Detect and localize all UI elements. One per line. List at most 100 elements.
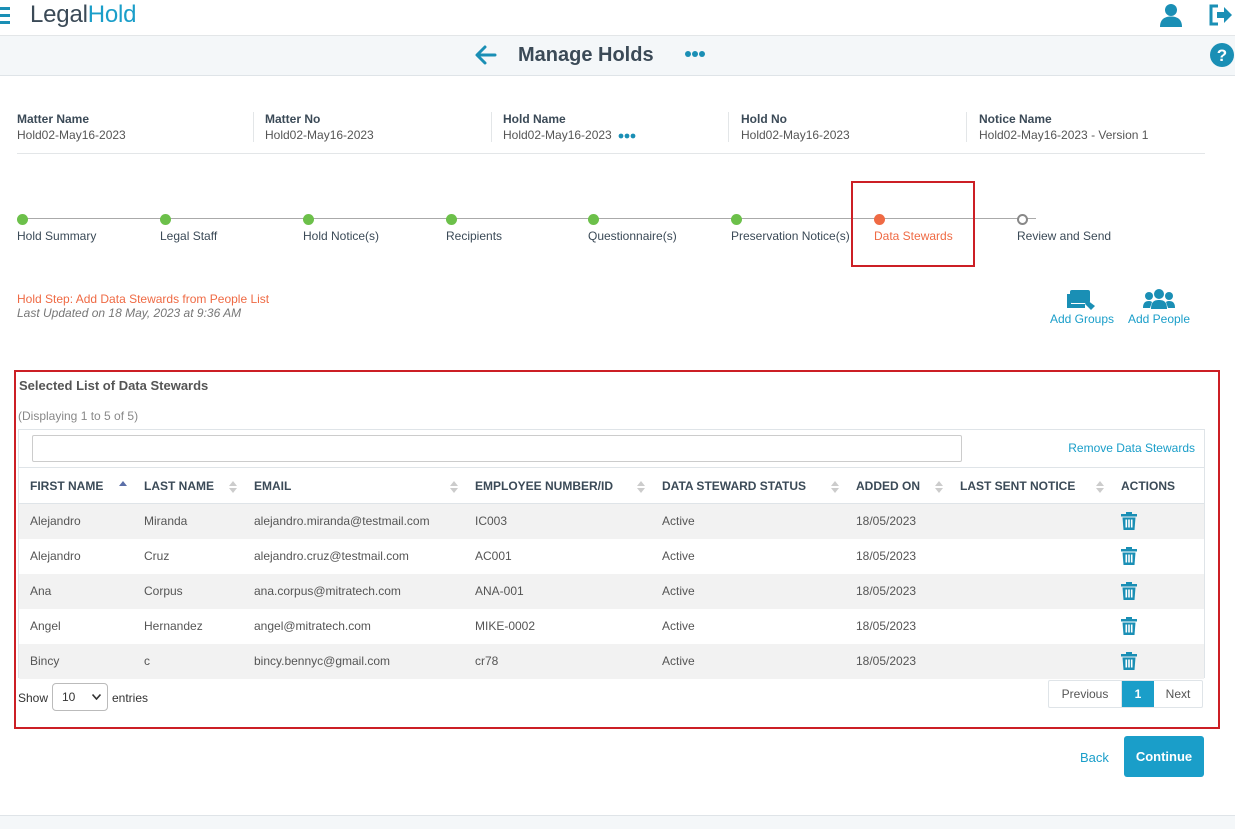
table-row: Angel Hernandez angel@mitratech.com MIKE…: [19, 608, 1204, 644]
more-icon[interactable]: [684, 45, 706, 61]
cell-first-name: Ana: [19, 573, 133, 609]
column-header-last-sent-notice[interactable]: LAST SENT NOTICE: [949, 467, 1110, 504]
cell-employee-id: MIKE-0002: [464, 608, 651, 644]
show-label: Show: [18, 691, 49, 705]
logo-text-legal: Legal: [30, 1, 88, 28]
column-label: LAST NAME: [144, 478, 214, 493]
back-arrow-icon[interactable]: [473, 44, 497, 66]
table-row: Bincy c bincy.bennyc@gmail.com cr78 Acti…: [19, 643, 1204, 679]
panel-title: Selected List of Data Stewards: [19, 378, 209, 393]
cell-last-name: Cruz: [133, 538, 243, 574]
table-search-input[interactable]: [32, 435, 962, 462]
step-label: Preservation Notice(s): [731, 229, 850, 243]
column-header-first-name[interactable]: FIRST NAME: [19, 467, 133, 504]
hold-name-label: Hold Name: [503, 112, 566, 126]
cell-added-on: 18/05/2023: [845, 538, 949, 574]
menu-icon[interactable]: [0, 7, 10, 25]
add-groups-label: Add Groups: [1049, 312, 1115, 326]
cell-last-name: c: [133, 643, 243, 679]
divider: [253, 112, 254, 142]
hold-no-value: Hold02-May16-2023: [741, 128, 850, 142]
remove-data-stewards-link[interactable]: Remove Data Stewards: [1068, 441, 1195, 455]
previous-page-button[interactable]: Previous: [1049, 681, 1122, 707]
column-header-email[interactable]: EMAIL: [243, 467, 464, 504]
add-people-button[interactable]: Add People: [1125, 288, 1193, 326]
cell-actions: [1110, 503, 1204, 539]
trash-icon[interactable]: [1121, 512, 1137, 531]
table-row: Ana Corpus ana.corpus@mitratech.com ANA-…: [19, 573, 1204, 609]
cell-employee-id: IC003: [464, 503, 651, 539]
matter-no-label: Matter No: [265, 112, 321, 126]
hold-no-field: Hold No Hold02-May16-2023: [741, 112, 850, 146]
help-icon[interactable]: ?: [1210, 43, 1234, 67]
cell-last-name: Corpus: [133, 573, 243, 609]
svg-text:?: ?: [1217, 46, 1227, 65]
next-page-button[interactable]: Next: [1154, 681, 1202, 707]
cell-last-sent-notice: [949, 573, 1110, 609]
data-stewards-panel: Selected List of Data Stewards (Displayi…: [14, 370, 1220, 729]
app-logo[interactable]: LegalHold: [30, 1, 136, 29]
step-label: Hold Notice(s): [303, 229, 380, 243]
step-label: Recipients: [446, 229, 503, 243]
cell-last-sent-notice: [949, 503, 1110, 539]
table-container: Remove Data Stewards FIRST NAME LAST NAM…: [18, 429, 1205, 679]
trash-icon[interactable]: [1121, 617, 1137, 635]
add-people-label: Add People: [1127, 312, 1191, 326]
cell-last-name: Miranda: [133, 503, 243, 539]
page-title: Manage Holds: [518, 44, 654, 66]
user-icon[interactable]: [1158, 2, 1184, 28]
column-header-added-on[interactable]: ADDED ON: [845, 467, 949, 504]
back-button[interactable]: Back: [1080, 750, 1109, 765]
sort-icon: [450, 481, 458, 493]
last-updated-text: Last Updated on 18 May, 2023 at 9:36 AM: [17, 306, 242, 320]
chevron-down-icon: [92, 694, 101, 700]
page-1-button[interactable]: 1: [1122, 681, 1154, 707]
matter-name-field: Matter Name Hold02-May16-2023: [17, 112, 126, 146]
step-label: Review and Send: [1017, 229, 1112, 243]
trash-icon[interactable]: [1121, 652, 1137, 670]
matter-name-value: Hold02-May16-2023: [17, 128, 126, 142]
column-header-actions: ACTIONS: [1110, 467, 1204, 504]
sort-icon: [935, 481, 943, 493]
sort-icon: [229, 481, 237, 493]
trash-icon[interactable]: [1121, 547, 1137, 565]
notice-name-field: Notice Name Hold02-May16-2023 - Version …: [979, 112, 1148, 146]
column-header-status[interactable]: DATA STEWARD STATUS: [651, 467, 845, 504]
entries-value: 10: [62, 690, 76, 704]
table-header-row: FIRST NAME LAST NAME EMAIL EMPLOYEE NUMB…: [19, 467, 1204, 504]
column-header-employee-id[interactable]: EMPLOYEE NUMBER/ID: [464, 467, 651, 504]
people-icon: [1143, 289, 1175, 309]
page-footer: [0, 815, 1235, 829]
hold-name-value: Hold02-May16-2023: [503, 128, 612, 142]
divider: [966, 112, 967, 142]
cell-first-name: Alejandro: [19, 503, 133, 539]
add-groups-button[interactable]: Add Groups: [1048, 288, 1116, 326]
column-label: DATA STEWARD STATUS: [662, 478, 806, 493]
cell-employee-id: AC001: [464, 538, 651, 574]
cell-employee-id: cr78: [464, 643, 651, 679]
step-complete-icon: [588, 214, 599, 225]
column-label: FIRST NAME: [30, 478, 104, 493]
trash-icon[interactable]: [1121, 582, 1137, 600]
cell-actions: [1110, 573, 1204, 609]
pagination: Previous 1 Next: [1048, 680, 1203, 708]
entries-select[interactable]: 10: [52, 683, 108, 711]
cell-status: Active: [651, 503, 845, 539]
column-label: LAST SENT NOTICE: [960, 478, 1076, 493]
hold-more-icon[interactable]: [618, 133, 636, 139]
notice-name-value: Hold02-May16-2023 - Version 1: [979, 128, 1149, 142]
cell-first-name: Alejandro: [19, 538, 133, 574]
column-header-last-name[interactable]: LAST NAME: [133, 467, 243, 504]
progress-stepper: Hold Summary Legal Staff Hold Notice(s) …: [0, 210, 1235, 250]
logout-icon[interactable]: [1208, 3, 1234, 27]
cell-added-on: 18/05/2023: [845, 503, 949, 539]
cell-added-on: 18/05/2023: [845, 643, 949, 679]
cell-email: alejandro.cruz@testmail.com: [243, 538, 464, 574]
column-label: EMAIL: [254, 478, 292, 493]
sort-asc-icon: [119, 481, 127, 486]
cell-email: alejandro.miranda@testmail.com: [243, 503, 464, 539]
continue-button[interactable]: Continue: [1124, 736, 1204, 777]
divider: [491, 112, 492, 142]
cell-last-sent-notice: [949, 643, 1110, 679]
cell-first-name: Angel: [19, 608, 133, 644]
